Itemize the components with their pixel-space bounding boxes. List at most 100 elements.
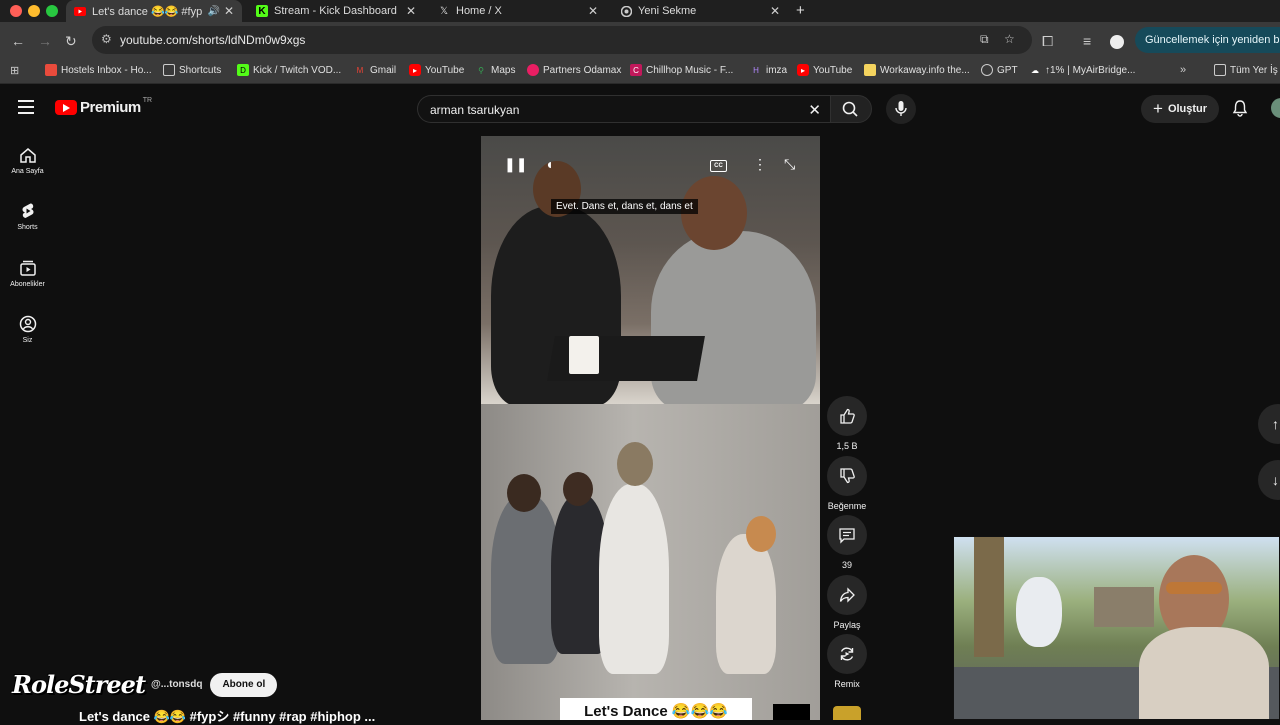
arrow-down-icon: ↓	[1272, 472, 1279, 488]
short-title[interactable]: Let's dance 😂😂 #fypシ #funny #rap #hiphop…	[79, 706, 375, 725]
account-avatar[interactable]	[1271, 98, 1280, 118]
bookmark-item[interactable]: Workaway.info the...	[864, 64, 970, 76]
youtube-play-icon	[55, 100, 77, 115]
channel-name[interactable]: @...tonsdq	[151, 679, 202, 690]
search-button[interactable]	[830, 95, 872, 123]
minimize-window-button[interactable]	[28, 5, 40, 17]
logo-word: Premium	[80, 99, 141, 116]
notifications-button[interactable]	[1231, 99, 1249, 122]
youtube-header: Premium TR arman tsarukyan ✕ + Oluştur	[0, 85, 1280, 131]
tab-new-tab[interactable]: Yeni Sekme ✕	[612, 0, 788, 22]
browser-tab-bar: Let's dance 😂😂 #fyp: 🔊 ✕ K Stream - Kick…	[0, 0, 1280, 22]
remix-button[interactable]: Remix	[824, 634, 870, 689]
hamburger-menu-icon[interactable]	[18, 100, 34, 114]
close-tab-icon[interactable]: ✕	[224, 4, 234, 18]
install-app-icon[interactable]: ⧉	[980, 32, 989, 47]
guide-item-you[interactable]: Siz	[0, 315, 55, 344]
voice-search-button[interactable]	[886, 94, 916, 124]
volume-icon[interactable]: ◖	[545, 156, 553, 172]
home-icon	[19, 148, 36, 163]
video-frame-studio	[481, 136, 820, 411]
bookmark-item[interactable]: ⚲ Maps	[475, 64, 515, 76]
skull-statue	[1016, 577, 1062, 647]
reload-icon[interactable]: ↻	[65, 33, 77, 50]
bookmark-item[interactable]: C Chillhop Music - F...	[630, 64, 733, 76]
forward-arrow-icon[interactable]: →	[38, 33, 52, 49]
browser-toolbar: ← → ↻ ⚙ youtube.com/shorts/ldNDm0w9xgs ⧉…	[0, 22, 1280, 58]
comments-button[interactable]: 39	[824, 515, 870, 570]
update-button[interactable]: Güncellemek için yeniden baş	[1135, 27, 1280, 53]
bookmark-item[interactable]: Himza	[750, 64, 787, 76]
maximize-window-button[interactable]	[46, 5, 58, 17]
search-input[interactable]: arman tsarukyan ✕	[417, 95, 831, 123]
streamer-webcam-overlay	[953, 536, 1280, 720]
bookmark-item[interactable]: Hostels Inbox - Ho...	[45, 64, 152, 76]
bookmark-item[interactable]: M Gmail	[354, 64, 396, 76]
media-controls-icon[interactable]: ≡	[1083, 33, 1091, 49]
all-bookmarks-folder[interactable]: Tüm Yer İş	[1214, 64, 1278, 76]
speaker-icon[interactable]: 🔊	[208, 6, 220, 17]
wall	[1094, 587, 1154, 627]
apps-grid-icon[interactable]: ⊞	[10, 64, 19, 77]
bookmark-item[interactable]: ▸ YouTube	[409, 64, 464, 76]
tree-trunk	[974, 537, 1004, 657]
bookmark-folder[interactable]: Shortcuts	[163, 64, 221, 76]
more-bookmarks-icon[interactable]: »	[1180, 64, 1186, 76]
address-bar[interactable]: ⚙ youtube.com/shorts/ldNDm0w9xgs ⧉ ☆	[92, 26, 1032, 54]
channel-row: RoleStreet @...tonsdq Abone ol	[12, 670, 278, 699]
close-window-button[interactable]	[10, 5, 22, 17]
close-tab-icon[interactable]: ✕	[770, 4, 780, 18]
bookmark-item[interactable]: GPT	[981, 64, 1018, 76]
rolestreet-watermark: RoleStreet	[12, 670, 146, 699]
plus-icon: +	[1153, 99, 1163, 118]
guide-item-shorts[interactable]: Shorts	[0, 202, 55, 231]
new-tab-button[interactable]: +	[796, 2, 805, 19]
guide-item-subscriptions[interactable]: Abonelikler	[0, 259, 55, 288]
imza-favicon-icon: H	[753, 65, 759, 75]
dislike-button[interactable]: Beğenme	[824, 456, 870, 511]
workaway-favicon-icon	[864, 64, 876, 76]
folder-icon	[163, 64, 175, 76]
close-tab-icon[interactable]: ✕	[406, 4, 416, 18]
person-1-head	[507, 474, 541, 512]
tab-title: Yeni Sekme	[638, 5, 697, 17]
share-button[interactable]: Paylaş	[824, 575, 870, 630]
fullscreen-icon[interactable]: ⤡	[784, 156, 795, 173]
previous-short-button[interactable]: ↑	[1258, 404, 1280, 444]
sound-thumbnail[interactable]	[833, 706, 861, 720]
bookmark-item[interactable]: ▸ YouTube	[797, 64, 852, 76]
share-arrow-icon	[839, 587, 855, 603]
more-options-icon[interactable]: ⋮	[753, 156, 767, 173]
guide-item-home[interactable]: Ana Sayfa	[0, 146, 55, 175]
tab-title: Let's dance 😂😂 #fyp:	[92, 5, 202, 18]
create-button[interactable]: + Oluştur	[1141, 95, 1220, 123]
like-count: 1,5 B	[836, 441, 858, 451]
bookmark-item[interactable]: Partners Odamax	[527, 64, 621, 76]
next-short-button[interactable]: ↓	[1258, 460, 1280, 500]
dislike-label: Beğenme	[827, 501, 867, 511]
short-video-player[interactable]: ❚❚ ◖ CC ⋮ ⤡ Evet. Dans et, dans et, dans…	[481, 136, 820, 720]
person-3	[599, 484, 669, 674]
tab-kick-dashboard[interactable]: K Stream - Kick Dashboard ✕	[248, 0, 424, 22]
streamer-body	[1139, 627, 1269, 719]
bookmark-star-icon[interactable]: ☆	[1004, 32, 1015, 46]
profile-avatar-icon[interactable]	[1110, 35, 1124, 49]
tab-home-x[interactable]: 𝕏 Home / X ✕	[430, 0, 606, 22]
like-button[interactable]: 1,5 B	[824, 396, 870, 451]
closed-captions-icon[interactable]: CC	[710, 160, 727, 172]
person-4-head	[746, 516, 776, 552]
clear-search-icon[interactable]: ✕	[808, 101, 821, 119]
bookmark-item[interactable]: ☁ ↑1% | MyAirBridge...	[1029, 64, 1135, 76]
bookmark-item[interactable]: D Kick / Twitch VOD...	[237, 64, 341, 76]
pause-icon[interactable]: ❚❚	[504, 156, 527, 173]
subtitle-caption: Evet. Dans et, dans et, dans et	[551, 199, 698, 214]
back-arrow-icon[interactable]: ←	[11, 33, 25, 49]
site-info-icon[interactable]: ⚙	[101, 32, 112, 46]
youtube-premium-logo[interactable]: Premium TR	[55, 97, 152, 116]
tab-lets-dance[interactable]: Let's dance 😂😂 #fyp: 🔊 ✕	[66, 0, 242, 22]
close-tab-icon[interactable]: ✕	[588, 4, 598, 18]
subscriptions-icon	[19, 260, 36, 276]
search-icon	[842, 101, 858, 117]
extensions-icon[interactable]: ⧠	[1042, 33, 1053, 50]
subscribe-button[interactable]: Abone ol	[210, 672, 278, 697]
